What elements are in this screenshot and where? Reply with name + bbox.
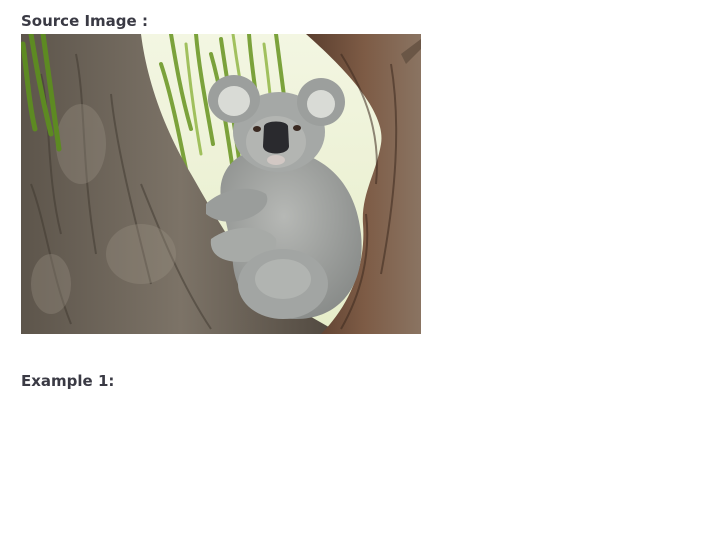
source-image <box>21 34 421 334</box>
example-1-label: Example 1: <box>21 372 115 390</box>
koala-photo <box>21 34 421 334</box>
source-image-label: Source Image : <box>21 12 148 30</box>
